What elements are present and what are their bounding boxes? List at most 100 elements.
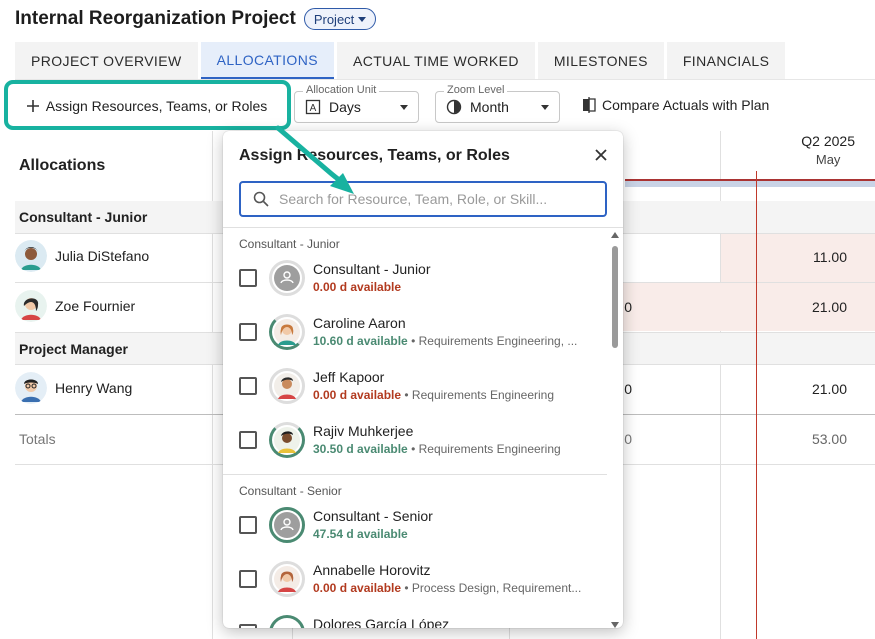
- allocation-unit-select[interactable]: Allocation Unit A Days: [294, 84, 419, 123]
- chevron-down-icon: [400, 104, 408, 110]
- page-title: Internal Reorganization Project: [15, 8, 296, 29]
- item-name: Rajiv Muhkerjee: [313, 423, 414, 439]
- timeline-bar: [625, 179, 875, 187]
- section-label: Consultant - Junior: [239, 237, 340, 251]
- list-item[interactable]: Consultant - Senior 47.54 d available: [239, 501, 609, 549]
- zoom-level-value: Month: [470, 99, 509, 115]
- zoom-level-label: Zoom Level: [444, 84, 508, 96]
- avatar: [15, 290, 47, 322]
- list-item[interactable]: Jeff Kapoor 0.00 d available • Requireme…: [239, 362, 609, 410]
- group-label: Project Manager: [19, 341, 128, 357]
- compare-actuals-label: Compare Actuals with Plan: [602, 97, 770, 113]
- chevron-down-icon: [358, 16, 367, 22]
- item-name: Jeff Kapoor: [313, 369, 385, 385]
- item-name: Consultant - Senior: [313, 508, 433, 524]
- svg-text:A: A: [310, 103, 317, 114]
- availability: 10.60 d available: [313, 334, 408, 348]
- allocations-heading: Allocations: [19, 157, 106, 174]
- period-header: Q2 2025 May: [801, 133, 855, 167]
- list-item[interactable]: Consultant - Junior 0.00 d available: [239, 254, 609, 302]
- tab-project-overview[interactable]: PROJECT OVERVIEW: [15, 42, 198, 79]
- tab-financials[interactable]: FINANCIALS: [666, 42, 786, 79]
- compare-actuals-button[interactable]: Compare Actuals with Plan: [582, 97, 769, 113]
- resource-row[interactable]: Zoe Fournier: [15, 290, 135, 322]
- skills: • Requirements Engineering, ...: [407, 334, 578, 348]
- list-item[interactable]: Caroline Aaron 10.60 d available • Requi…: [239, 308, 609, 356]
- availability: 0.00 d available: [313, 581, 402, 595]
- assign-resources-popup: Assign Resources, Teams, or Roles Consul…: [223, 131, 623, 628]
- scrollbar[interactable]: [611, 232, 619, 628]
- skills: • Requirements Engineering: [407, 442, 561, 456]
- checkbox[interactable]: [239, 269, 257, 287]
- month-label: May: [815, 152, 841, 167]
- checkbox[interactable]: [239, 377, 257, 395]
- search-icon: [253, 191, 269, 207]
- checkbox[interactable]: [239, 323, 257, 341]
- availability: 0.00 d available: [313, 388, 402, 402]
- resource-name: Zoe Fournier: [55, 298, 136, 314]
- skills: • Requirements Engineering: [401, 388, 555, 402]
- calendar-clock-icon: [446, 99, 462, 115]
- badge-label: Project: [313, 11, 355, 27]
- project-type-badge[interactable]: Project: [303, 8, 377, 30]
- item-name: Consultant - Junior: [313, 261, 431, 277]
- avatar: [15, 240, 47, 272]
- tab-allocations[interactable]: ALLOCATIONS: [200, 42, 334, 79]
- resource-name: Julia DiStefano: [55, 248, 150, 264]
- skills: • Process Design, Requirement...: [401, 581, 582, 595]
- scroll-down-icon[interactable]: [611, 622, 619, 628]
- search-field[interactable]: [239, 181, 607, 217]
- avatar: [269, 422, 305, 458]
- grid-divider: [292, 628, 293, 639]
- role-avatar: [269, 260, 305, 296]
- checkbox[interactable]: [239, 570, 257, 588]
- chevron-down-icon: [541, 104, 549, 110]
- allocation-unit-label: Allocation Unit: [303, 84, 380, 96]
- tab-bar: PROJECT OVERVIEW ALLOCATIONS ACTUAL TIME…: [15, 42, 786, 79]
- list-item[interactable]: Annabelle Horovitz 0.00 d available • Pr…: [239, 555, 609, 603]
- allocation-unit-value: Days: [329, 99, 361, 115]
- popup-title: Assign Resources, Teams, or Roles: [239, 147, 510, 164]
- scrollbar-thumb[interactable]: [612, 246, 618, 348]
- totals-label: Totals: [19, 431, 56, 447]
- availability: 30.50 d available: [313, 442, 408, 456]
- allocation-value: 11.00: [813, 249, 847, 265]
- compare-icon: [583, 97, 596, 113]
- resource-name: Henry Wang: [55, 380, 133, 396]
- grid-divider: [509, 628, 510, 639]
- avatar: [269, 314, 305, 350]
- tab-milestones[interactable]: MILESTONES: [537, 42, 664, 79]
- resource-row[interactable]: Henry Wang: [15, 372, 132, 404]
- unit-icon: A: [305, 99, 321, 115]
- checkbox[interactable]: [239, 516, 257, 534]
- avatar: [269, 615, 305, 628]
- avatar: [269, 368, 305, 404]
- list-item[interactable]: Dolores García López: [239, 609, 609, 628]
- search-input[interactable]: [279, 191, 579, 207]
- item-name: Annabelle Horovitz: [313, 562, 431, 578]
- today-marker: [756, 171, 757, 639]
- checkbox[interactable]: [239, 624, 257, 628]
- item-name: Caroline Aaron: [313, 315, 406, 331]
- close-icon[interactable]: [593, 147, 609, 163]
- availability: 0.00 d available: [313, 280, 402, 294]
- header: Internal Reorganization Project Project: [15, 8, 377, 30]
- section-label: Consultant - Senior: [239, 484, 342, 498]
- zoom-level-select[interactable]: Zoom Level Month: [435, 84, 560, 123]
- availability: 47.54 d available: [313, 527, 408, 541]
- avatar: [15, 372, 47, 404]
- section-divider: [223, 474, 607, 475]
- list-item[interactable]: Rajiv Muhkerjee 30.50 d available • Requ…: [239, 416, 609, 464]
- allocation-value: 21.00: [811, 299, 847, 315]
- scroll-up-icon[interactable]: [611, 232, 619, 238]
- allocation-value: 21.00: [811, 381, 847, 397]
- highlight-box: [4, 80, 291, 130]
- tab-actual-time-worked[interactable]: ACTUAL TIME WORKED: [336, 42, 535, 79]
- role-avatar: [269, 507, 305, 543]
- group-label: Consultant - Junior: [19, 209, 148, 225]
- checkbox[interactable]: [239, 431, 257, 449]
- resource-row[interactable]: Julia DiStefano: [15, 240, 149, 272]
- totals-value: 53.00: [811, 431, 847, 447]
- quarter-label: Q2 2025: [801, 133, 855, 149]
- avatar: [269, 561, 305, 597]
